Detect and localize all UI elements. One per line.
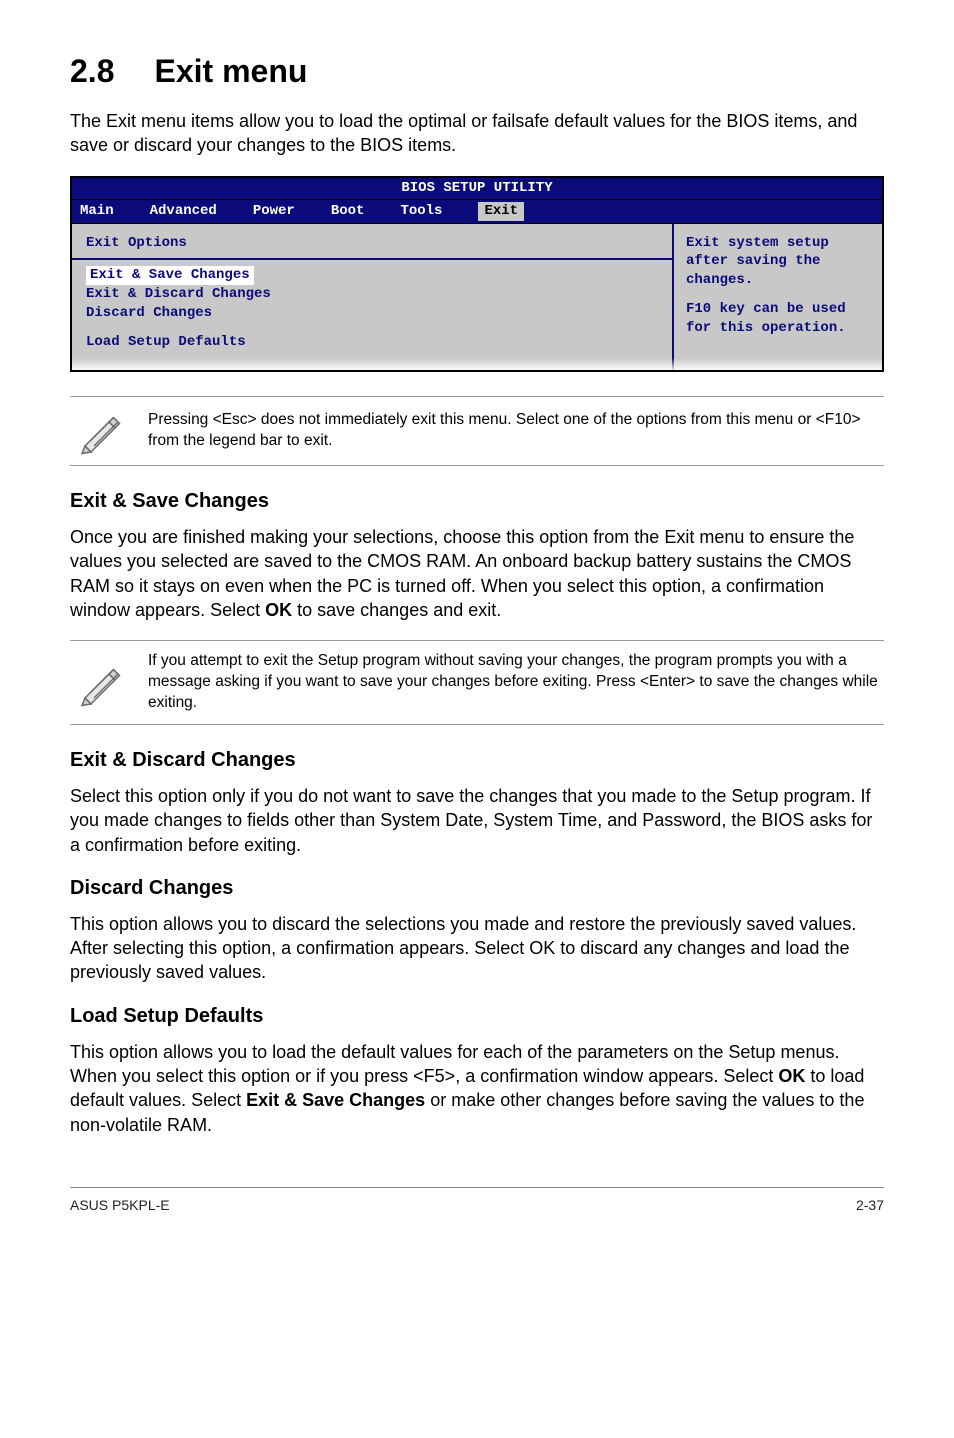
bios-help-line: changes. [686,271,870,290]
page-footer: ASUS P5KPL-E 2-37 [70,1187,884,1215]
bios-help-line: for this operation. [686,319,870,338]
bios-help-pane: Exit system setup after saving the chang… [672,224,882,370]
bios-help-line: F10 key can be used [686,300,870,319]
paragraph-exit-save: Once you are finished making your select… [70,525,884,622]
pencil-note-icon [70,407,130,455]
note-block-esc: Pressing <Esc> does not immediately exit… [70,396,884,466]
ok-sans: OK [529,938,555,958]
bios-tab-boot[interactable]: Boot [331,202,365,221]
bios-item-exit-discard[interactable]: Exit & Discard Changes [86,285,658,304]
bios-exit-options-heading: Exit Options [86,234,658,253]
exit-save-bold: Exit & Save Changes [246,1090,425,1110]
section-number: 2.8 [70,50,114,93]
bios-divider [72,258,672,260]
pencil-note-icon [70,659,130,707]
text-fragment: This option allows you to load the defau… [70,1042,839,1086]
bios-tab-bar: Main Advanced Power Boot Tools Exit [72,200,882,224]
footer-left: ASUS P5KPL-E [70,1196,170,1215]
ok-bold: OK [265,600,292,620]
paragraph-exit-discard: Select this option only if you do not wa… [70,784,884,857]
section-heading: 2.8 Exit menu [70,50,884,93]
bios-utility-title: BIOS SETUP UTILITY [72,178,882,200]
bios-screenshot: BIOS SETUP UTILITY Main Advanced Power B… [70,176,884,372]
paragraph-discard: This option allows you to discard the se… [70,912,884,985]
heading-exit-discard: Exit & Discard Changes [70,747,884,774]
bios-tab-main[interactable]: Main [80,202,114,221]
note-text-esc: Pressing <Esc> does not immediately exit… [148,410,880,452]
bios-item-load-defaults[interactable]: Load Setup Defaults [86,333,658,352]
bios-help-line: after saving the [686,252,870,271]
bios-tab-tools[interactable]: Tools [400,202,442,221]
bios-help-line: Exit system setup [686,234,870,253]
bios-tab-advanced[interactable]: Advanced [150,202,217,221]
intro-paragraph: The Exit menu items allow you to load th… [70,109,884,158]
heading-discard: Discard Changes [70,875,884,902]
paragraph-load-defaults: This option allows you to load the defau… [70,1040,884,1137]
text-fragment: to save changes and exit. [292,600,501,620]
bios-item-discard[interactable]: Discard Changes [86,304,658,323]
bios-left-pane: Exit Options Exit & Save Changes Exit & … [72,224,672,370]
bios-item-exit-save[interactable]: Exit & Save Changes [86,266,254,285]
note-block-enter: If you attempt to exit the Setup program… [70,640,884,725]
heading-load-defaults: Load Setup Defaults [70,1003,884,1030]
bios-tab-power[interactable]: Power [253,202,295,221]
section-title-text: Exit menu [154,53,307,89]
ok-bold: OK [778,1066,805,1086]
heading-exit-save: Exit & Save Changes [70,488,884,515]
bios-tab-exit[interactable]: Exit [478,202,524,221]
note-text-enter: If you attempt to exit the Setup program… [148,651,880,714]
footer-right: 2-37 [856,1196,884,1215]
